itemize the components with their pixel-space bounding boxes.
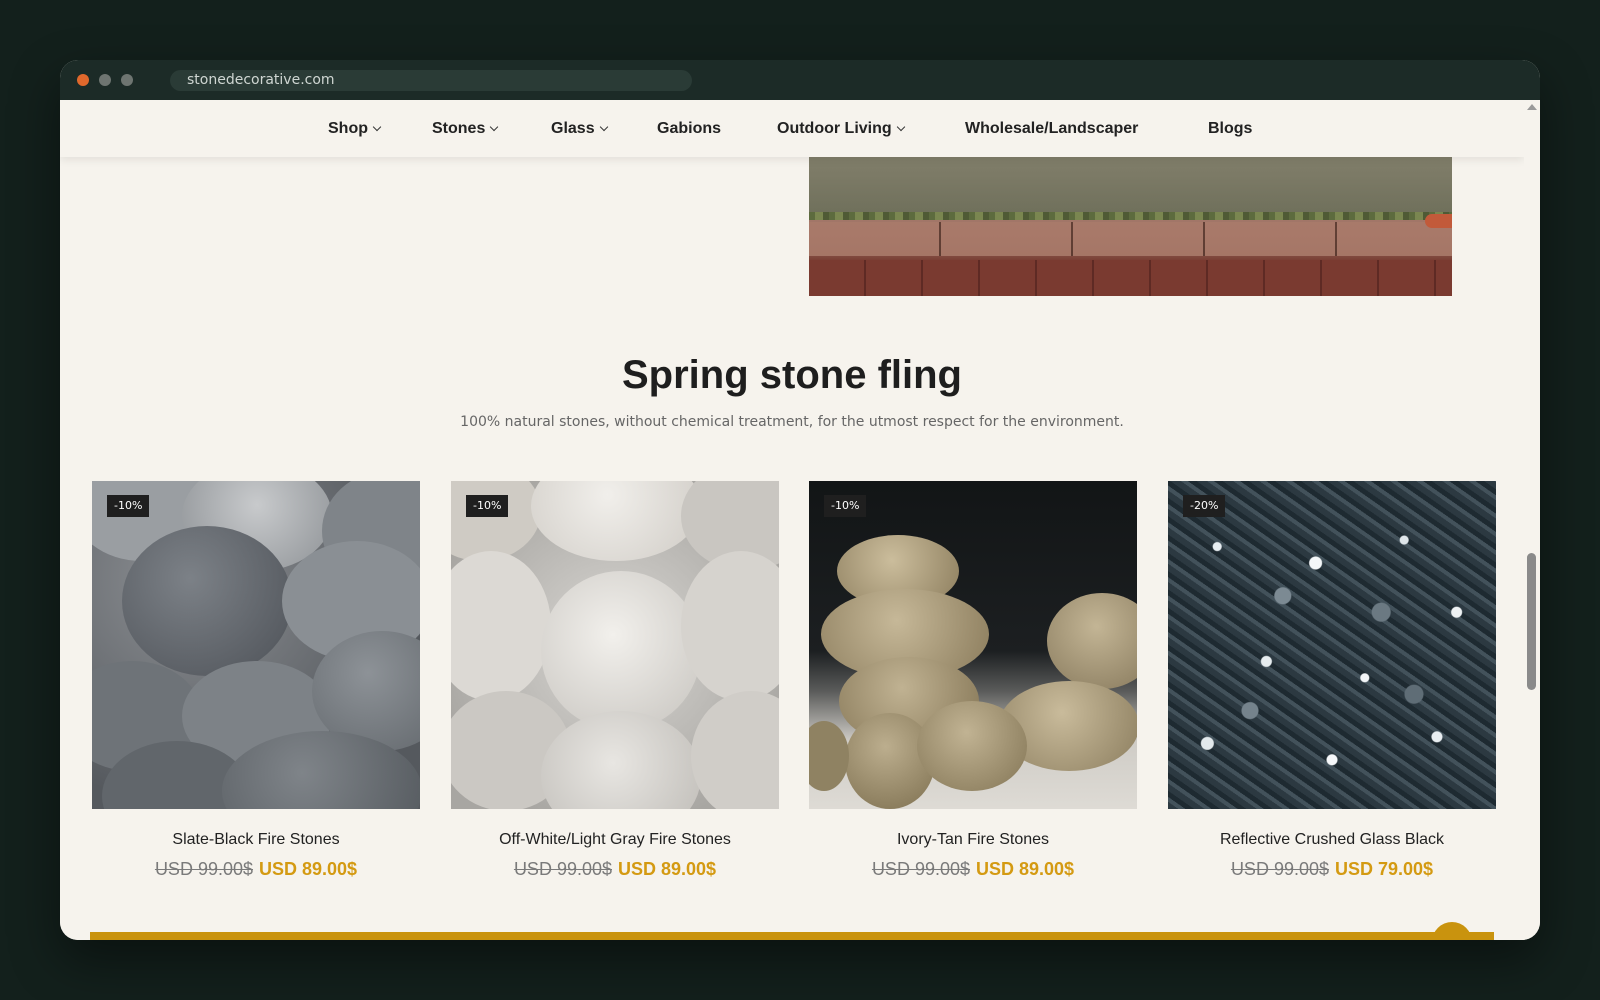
product-price: USD 99.00$ USD 89.00$: [809, 859, 1137, 880]
product-image-slate-black-stones[interactable]: -10%: [92, 481, 420, 809]
product-card-ivory-tan[interactable]: -10% Ivory-Tan Fire Stones USD 99.00$ USD…: [809, 481, 1137, 880]
product-price: USD 99.00$ USD 89.00$: [451, 859, 779, 880]
chevron-down-icon: [372, 122, 382, 132]
product-name[interactable]: Off-White/Light Gray Fire Stones: [451, 831, 779, 849]
product-name[interactable]: Ivory-Tan Fire Stones: [809, 831, 1137, 849]
main-nav: Shop Stones Glass Gabions Outdoor Living…: [60, 100, 1524, 157]
chevron-down-icon: [490, 122, 499, 132]
product-card-crushed-glass[interactable]: -20% Reflective Crushed Glass Black USD …: [1168, 481, 1496, 880]
pebble-shape: [451, 551, 551, 701]
product-image-off-white-stones[interactable]: -10%: [451, 481, 779, 809]
pebble-shape: [531, 481, 701, 561]
section-subtitle: 100% natural stones, without chemical tr…: [460, 414, 1124, 430]
section-title: Spring stone fling: [622, 353, 962, 397]
back-to-top-button[interactable]: [1432, 922, 1472, 940]
discount-badge: -10%: [466, 495, 509, 517]
page-scrollbar[interactable]: [1524, 100, 1540, 940]
pebble-shape: [451, 481, 541, 561]
product-price: USD 99.00$ USD 89.00$: [92, 859, 420, 880]
pebble-shape: [917, 701, 1027, 791]
product-name[interactable]: Reflective Crushed Glass Black: [1168, 831, 1496, 849]
sale-price: USD 89.00$: [976, 859, 1075, 879]
page-content: Shop Stones Glass Gabions Outdoor Living…: [60, 100, 1524, 940]
nav-item-shop[interactable]: Shop: [328, 100, 382, 157]
product-price: USD 99.00$ USD 79.00$: [1168, 859, 1496, 880]
discount-badge: -10%: [824, 495, 867, 517]
pebble-shape: [122, 526, 292, 676]
address-bar[interactable]: stonedecorative.com: [170, 70, 692, 91]
sale-price: USD 89.00$: [259, 859, 358, 879]
original-price: USD 99.00$: [871, 859, 970, 879]
nav-item-label: Blogs: [1208, 120, 1253, 137]
product-image-ivory-tan-stones[interactable]: -10%: [809, 481, 1137, 809]
nav-item-label: Stones: [432, 120, 486, 137]
product-name[interactable]: Slate-Black Fire Stones: [92, 831, 420, 849]
browser-window: stonedecorative.com Shop Stones Glass Ga…: [60, 60, 1540, 940]
pebble-shape: [541, 571, 701, 731]
accent-banner-strip: [90, 932, 1494, 940]
nav-item-gabions[interactable]: Gabions: [657, 100, 721, 157]
nav-item-blogs[interactable]: Blogs: [1208, 100, 1252, 157]
chevron-down-icon: [896, 122, 905, 132]
nav-item-stones[interactable]: Stones: [432, 100, 499, 157]
hero-image-brick: [809, 260, 1452, 296]
hero-image-ledge: [809, 222, 1452, 256]
chevron-down-icon: [599, 122, 608, 132]
nav-item-label: Shop: [328, 120, 368, 137]
original-price: USD 99.00$: [1230, 859, 1329, 879]
nav-item-glass[interactable]: Glass: [551, 100, 608, 157]
product-image-crushed-glass-black[interactable]: -20%: [1168, 481, 1496, 809]
original-price: USD 99.00$: [513, 859, 612, 879]
pebble-shape: [809, 721, 849, 791]
hero-image-grass: [809, 212, 1452, 220]
nav-item-wholesale[interactable]: Wholesale/Landscaper: [965, 100, 1138, 157]
original-price: USD 99.00$: [154, 859, 253, 879]
scroll-up-arrow-icon[interactable]: [1527, 104, 1537, 110]
close-window-button[interactable]: [77, 74, 89, 86]
sale-price: USD 79.00$: [1335, 859, 1434, 879]
maximize-window-button[interactable]: [121, 74, 133, 86]
product-card-slate-black[interactable]: -10% Slate-Black Fire Stones USD 99.00$ U…: [92, 481, 420, 880]
scrollbar-thumb[interactable]: [1527, 553, 1536, 690]
sale-price: USD 89.00$: [618, 859, 717, 879]
minimize-window-button[interactable]: [99, 74, 111, 86]
nav-item-outdoor-living[interactable]: Outdoor Living: [777, 100, 905, 157]
hero-image-object: [1425, 214, 1452, 228]
discount-badge: -10%: [107, 495, 150, 517]
product-card-off-white[interactable]: -10% Off-White/Light Gray Fire Stones US…: [451, 481, 779, 880]
nav-item-label: Outdoor Living: [777, 120, 892, 137]
discount-badge: -20%: [1183, 495, 1226, 517]
nav-item-label: Glass: [551, 120, 595, 137]
nav-item-label: Wholesale/Landscaper: [965, 120, 1139, 137]
nav-item-label: Gabions: [657, 120, 722, 137]
pebble-shape: [691, 691, 779, 809]
pebble-shape: [1047, 593, 1137, 689]
browser-titlebar: stonedecorative.com: [60, 60, 1540, 100]
